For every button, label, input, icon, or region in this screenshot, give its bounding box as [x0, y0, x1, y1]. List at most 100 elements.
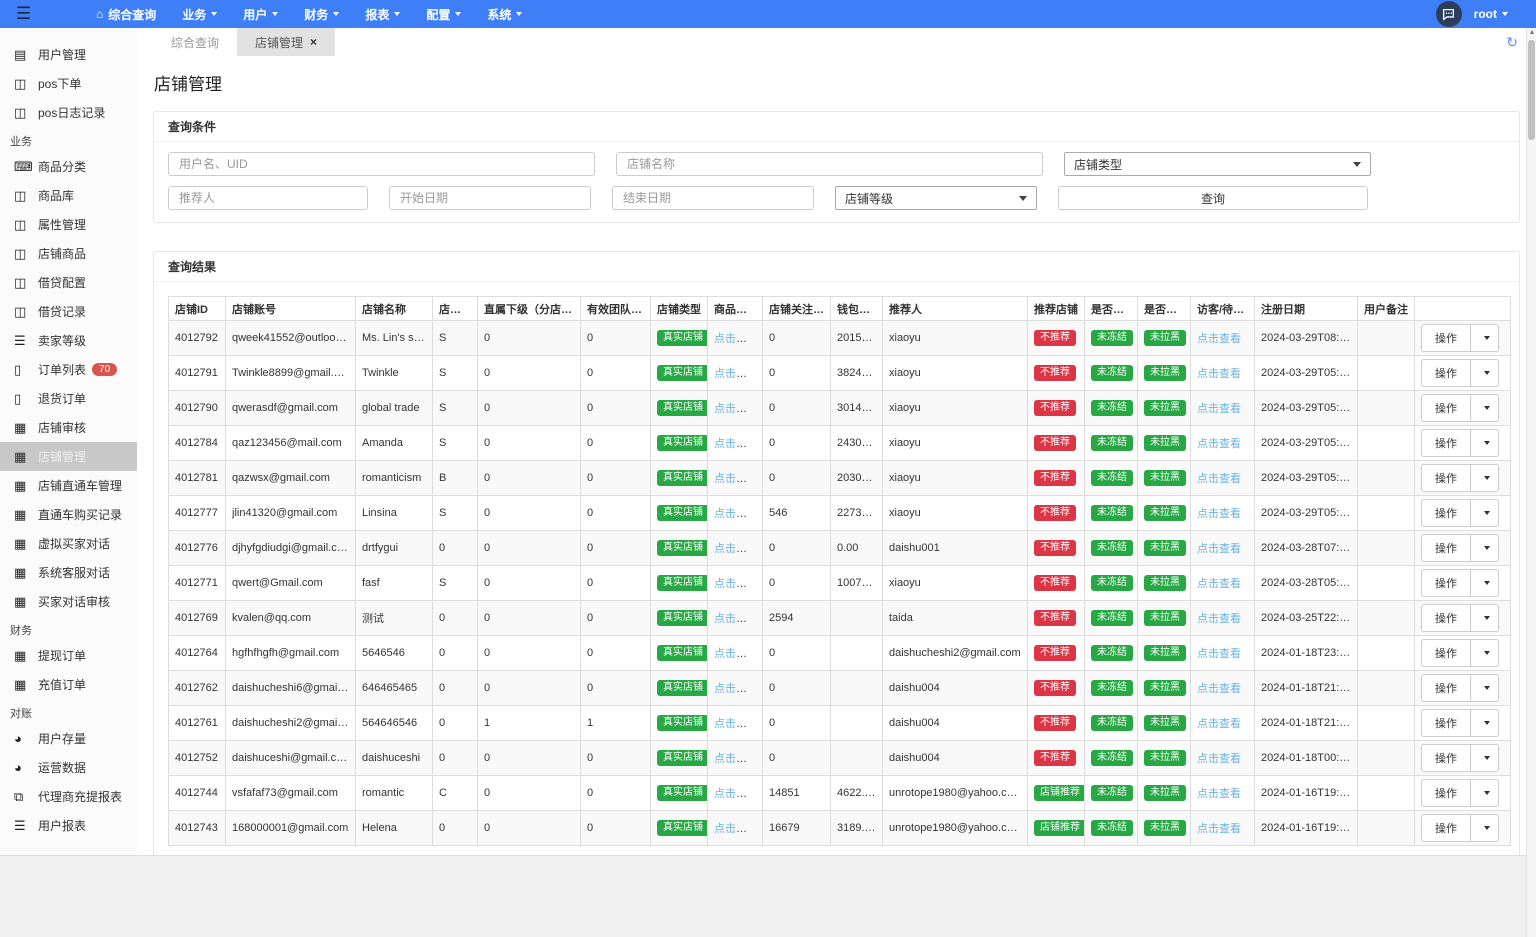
action-button-label[interactable]: 操作	[1422, 780, 1471, 806]
visitors-view-link[interactable]: 点击查看	[1197, 683, 1241, 695]
action-button-label[interactable]: 操作	[1422, 640, 1471, 666]
action-button-label[interactable]: 操作	[1422, 500, 1471, 526]
sidebar-item-代理商充提报表[interactable]: ⧉ 代理商充提报表	[0, 782, 137, 811]
action-dropdown-toggle[interactable]	[1471, 675, 1498, 701]
visitors-view-link[interactable]: 点击查看	[1197, 823, 1241, 835]
sidebar-item-店铺直通车管理[interactable]: ▦ 店铺直通车管理	[0, 471, 137, 500]
goods-view-link[interactable]: 点击查看	[714, 788, 758, 800]
action-dropdown-toggle[interactable]	[1471, 360, 1498, 386]
action-button-label[interactable]: 操作	[1422, 570, 1471, 596]
visitors-view-link[interactable]: 点击查看	[1197, 543, 1241, 555]
sidebar-item-商品库[interactable]: ◫ 商品库	[0, 181, 137, 210]
action-dropdown-toggle[interactable]	[1471, 605, 1498, 631]
action-split-button[interactable]: 操作	[1421, 604, 1499, 632]
goods-view-link[interactable]: 点击查看	[714, 718, 758, 730]
action-dropdown-toggle[interactable]	[1471, 430, 1498, 456]
goods-view-link[interactable]: 点击查看	[714, 648, 758, 660]
visitors-view-link[interactable]: 点击查看	[1197, 613, 1241, 625]
action-dropdown-toggle[interactable]	[1471, 780, 1498, 806]
goods-view-link[interactable]: 点击查看	[714, 578, 758, 590]
visitors-view-link[interactable]: 点击查看	[1197, 718, 1241, 730]
action-button-label[interactable]: 操作	[1422, 360, 1471, 386]
sidebar-item-充值订单[interactable]: ▦ 充值订单	[0, 670, 137, 699]
sidebar-item-订单列表[interactable]: ▯ 订单列表 70	[0, 355, 137, 384]
sidebar-item-商品分类[interactable]: ⌨ 商品分类	[0, 152, 137, 181]
close-icon[interactable]: ×	[310, 35, 317, 49]
action-dropdown-toggle[interactable]	[1471, 500, 1498, 526]
sidebar-item-用户管理[interactable]: ▤ 用户管理	[0, 40, 137, 69]
sidebar-item-用户存量[interactable]: ◕ 用户存量	[0, 724, 137, 753]
nav-item-用户[interactable]: 用户	[230, 0, 291, 28]
sidebar-item-买家对话审核[interactable]: ▦ 买家对话审核	[0, 587, 137, 616]
action-dropdown-toggle[interactable]	[1471, 710, 1498, 736]
goods-view-link[interactable]: 点击查看	[714, 333, 758, 345]
action-split-button[interactable]: 操作	[1421, 324, 1499, 352]
sidebar-item-直通车购买记录[interactable]: ▦ 直通车购买记录	[0, 500, 137, 529]
visitors-view-link[interactable]: 点击查看	[1197, 578, 1241, 590]
action-dropdown-toggle[interactable]	[1471, 570, 1498, 596]
visitors-view-link[interactable]: 点击查看	[1197, 753, 1241, 765]
action-button-label[interactable]: 操作	[1422, 745, 1471, 771]
sidebar-item-提现订单[interactable]: ▦ 提现订单	[0, 641, 137, 670]
action-button-label[interactable]: 操作	[1422, 535, 1471, 561]
action-split-button[interactable]: 操作	[1421, 359, 1499, 387]
goods-view-link[interactable]: 点击查看	[714, 473, 758, 485]
action-split-button[interactable]: 操作	[1421, 814, 1499, 842]
visitors-view-link[interactable]: 点击查看	[1197, 788, 1241, 800]
scrollbar-thumb[interactable]	[1528, 40, 1535, 140]
search-button[interactable]: 查询	[1058, 186, 1368, 210]
sidebar-item-pos下单[interactable]: ◫ pos下单	[0, 69, 137, 98]
chat-icon[interactable]	[1435, 1, 1462, 27]
action-button-label[interactable]: 操作	[1422, 325, 1471, 351]
nav-item-业务[interactable]: 业务	[169, 0, 230, 28]
action-split-button[interactable]: 操作	[1421, 569, 1499, 597]
refresh-icon[interactable]: ↻	[1506, 34, 1518, 51]
sidebar-item-属性管理[interactable]: ◫ 属性管理	[0, 210, 137, 239]
action-split-button[interactable]: 操作	[1421, 709, 1499, 737]
nav-item-财务[interactable]: 财务	[291, 0, 352, 28]
shop-level-select[interactable]: 店铺等级	[835, 186, 1037, 210]
start-date-input[interactable]	[389, 186, 591, 210]
sidebar-item-店铺商品[interactable]: ◫ 店铺商品	[0, 239, 137, 268]
goods-view-link[interactable]: 点击查看	[714, 543, 758, 555]
hamburger-menu-icon[interactable]: ☰	[0, 0, 47, 28]
sidebar-item-借贷配置[interactable]: ◫ 借贷配置	[0, 268, 137, 297]
sidebar-item-退货订单[interactable]: ▯ 退货订单	[0, 384, 137, 413]
page-scrollbar[interactable]: ▲	[1526, 28, 1536, 937]
action-button-label[interactable]: 操作	[1422, 605, 1471, 631]
action-dropdown-toggle[interactable]	[1471, 535, 1498, 561]
scroll-up-icon[interactable]: ▲	[1527, 29, 1536, 36]
action-split-button[interactable]: 操作	[1421, 534, 1499, 562]
goods-view-link[interactable]: 点击查看	[714, 613, 758, 625]
action-split-button[interactable]: 操作	[1421, 429, 1499, 457]
sidebar-item-店铺管理[interactable]: ▦ 店铺管理	[0, 442, 137, 471]
action-split-button[interactable]: 操作	[1421, 394, 1499, 422]
action-split-button[interactable]: 操作	[1421, 639, 1499, 667]
nav-item-报表[interactable]: 报表	[352, 0, 413, 28]
action-dropdown-toggle[interactable]	[1471, 325, 1498, 351]
action-split-button[interactable]: 操作	[1421, 499, 1499, 527]
action-split-button[interactable]: 操作	[1421, 674, 1499, 702]
action-split-button[interactable]: 操作	[1421, 744, 1499, 772]
user-menu[interactable]: root	[1474, 7, 1508, 21]
visitors-view-link[interactable]: 点击查看	[1197, 403, 1241, 415]
sidebar-item-卖家等级[interactable]: ☰ 卖家等级	[0, 326, 137, 355]
sidebar-item-用户报表[interactable]: ☰ 用户报表	[0, 811, 137, 840]
goods-view-link[interactable]: 点击查看	[714, 508, 758, 520]
goods-view-link[interactable]: 点击查看	[714, 753, 758, 765]
action-button-label[interactable]: 操作	[1422, 815, 1471, 841]
action-button-label[interactable]: 操作	[1422, 675, 1471, 701]
action-button-label[interactable]: 操作	[1422, 465, 1471, 491]
visitors-view-link[interactable]: 点击查看	[1197, 368, 1241, 380]
sidebar-item-店铺审核[interactable]: ▦ 店铺审核	[0, 413, 137, 442]
action-button-label[interactable]: 操作	[1422, 430, 1471, 456]
tab-店铺管理[interactable]: 店铺管理 ×	[237, 28, 336, 56]
visitors-view-link[interactable]: 点击查看	[1197, 648, 1241, 660]
action-button-label[interactable]: 操作	[1422, 710, 1471, 736]
sidebar-item-系统客服对话[interactable]: ▦ 系统客服对话	[0, 558, 137, 587]
action-dropdown-toggle[interactable]	[1471, 640, 1498, 666]
action-dropdown-toggle[interactable]	[1471, 745, 1498, 771]
visitors-view-link[interactable]: 点击查看	[1197, 473, 1241, 485]
sidebar-item-pos日志记录[interactable]: ◫ pos日志记录	[0, 98, 137, 127]
action-dropdown-toggle[interactable]	[1471, 395, 1498, 421]
